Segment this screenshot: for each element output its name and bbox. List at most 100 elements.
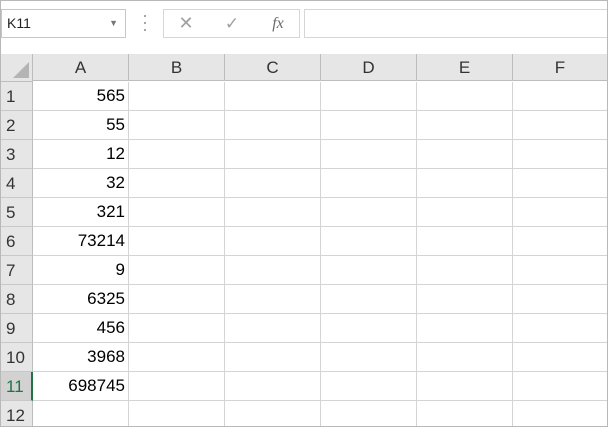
cell-b10[interactable] [129,343,225,372]
column-header-e[interactable]: E [417,54,513,81]
insert-function-icon[interactable]: fx [266,10,290,37]
cell-b11[interactable] [129,372,225,401]
cell-f8[interactable] [513,285,607,314]
cell-d6[interactable] [321,227,417,256]
row-header-11[interactable]: 11 [1,372,33,401]
row-header-5[interactable]: 5 [1,198,33,227]
cell-b5[interactable] [129,198,225,227]
row-header-4[interactable]: 4 [1,169,33,198]
formula-bar-grip-icon[interactable] [144,15,147,31]
cell-d1[interactable] [321,82,417,111]
cell-f3[interactable] [513,140,607,169]
cell-e2[interactable] [417,111,513,140]
cell-d2[interactable] [321,111,417,140]
row-header-8[interactable]: 8 [1,285,33,314]
cell-c5[interactable] [225,198,321,227]
select-all-icon [13,62,29,78]
cell-c9[interactable] [225,314,321,343]
cell-e5[interactable] [417,198,513,227]
cell-a8[interactable]: 6325 [33,285,129,314]
cell-a3[interactable]: 12 [33,140,129,169]
cell-d3[interactable] [321,140,417,169]
row-header-3[interactable]: 3 [1,140,33,169]
cell-c4[interactable] [225,169,321,198]
cell-e9[interactable] [417,314,513,343]
column-header-d[interactable]: D [321,54,417,81]
cell-a4[interactable]: 32 [33,169,129,198]
cell-b9[interactable] [129,314,225,343]
cell-c7[interactable] [225,256,321,285]
cell-d11[interactable] [321,372,417,401]
cell-e10[interactable] [417,343,513,372]
cell-d9[interactable] [321,314,417,343]
cell-c6[interactable] [225,227,321,256]
cell-a12[interactable] [33,401,129,426]
cell-d4[interactable] [321,169,417,198]
column-header-f[interactable]: F [513,54,607,81]
cell-a5[interactable]: 321 [33,198,129,227]
cell-a9[interactable]: 456 [33,314,129,343]
cell-b8[interactable] [129,285,225,314]
cell-b1[interactable] [129,82,225,111]
cell-f10[interactable] [513,343,607,372]
cell-c1[interactable] [225,82,321,111]
cell-f9[interactable] [513,314,607,343]
cell-c8[interactable] [225,285,321,314]
cell-e7[interactable] [417,256,513,285]
cell-f7[interactable] [513,256,607,285]
chevron-down-icon[interactable]: ▼ [109,10,118,37]
cell-d12[interactable] [321,401,417,426]
enter-icon[interactable]: ✓ [222,10,242,37]
row-header-1[interactable]: 1 [1,82,33,111]
cell-c3[interactable] [225,140,321,169]
column-header-c[interactable]: C [225,54,321,81]
cell-a10[interactable]: 3968 [33,343,129,372]
cell-b12[interactable] [129,401,225,426]
cell-e11[interactable] [417,372,513,401]
cell-f4[interactable] [513,169,607,198]
cell-e1[interactable] [417,82,513,111]
cell-f12[interactable] [513,401,607,426]
cell-c11[interactable] [225,372,321,401]
cell-b3[interactable] [129,140,225,169]
cell-a1[interactable]: 565 [33,82,129,111]
cell-f6[interactable] [513,227,607,256]
cell-a6[interactable]: 73214 [33,227,129,256]
cell-e6[interactable] [417,227,513,256]
cell-e3[interactable] [417,140,513,169]
row-header-2[interactable]: 2 [1,111,33,140]
row-header-7[interactable]: 7 [1,256,33,285]
row-header-9[interactable]: 9 [1,314,33,343]
column-header-a[interactable]: A [33,54,129,81]
cancel-icon[interactable]: ✕ [176,10,196,37]
cell-e12[interactable] [417,401,513,426]
cell-c12[interactable] [225,401,321,426]
cell-c2[interactable] [225,111,321,140]
column-header-b[interactable]: B [129,54,225,81]
formula-input[interactable] [304,9,607,38]
cell-d5[interactable] [321,198,417,227]
cell-c10[interactable] [225,343,321,372]
cell-d8[interactable] [321,285,417,314]
cell-e4[interactable] [417,169,513,198]
cell-b4[interactable] [129,169,225,198]
cell-e8[interactable] [417,285,513,314]
row-header-6[interactable]: 6 [1,227,33,256]
cell-a11[interactable]: 698745 [33,372,129,401]
cell-d10[interactable] [321,343,417,372]
row-header-10[interactable]: 10 [1,343,33,372]
select-all-button[interactable] [1,54,33,82]
cell-f11[interactable] [513,372,607,401]
cell-a2[interactable]: 55 [33,111,129,140]
name-box-value: K11 [7,15,31,31]
cell-f1[interactable] [513,82,607,111]
cell-f5[interactable] [513,198,607,227]
row-header-12[interactable]: 12 [1,401,33,426]
cell-f2[interactable] [513,111,607,140]
cell-b7[interactable] [129,256,225,285]
cell-b6[interactable] [129,227,225,256]
cell-a7[interactable]: 9 [33,256,129,285]
cell-b2[interactable] [129,111,225,140]
name-box[interactable]: K11 ▼ [1,9,126,38]
cell-d7[interactable] [321,256,417,285]
